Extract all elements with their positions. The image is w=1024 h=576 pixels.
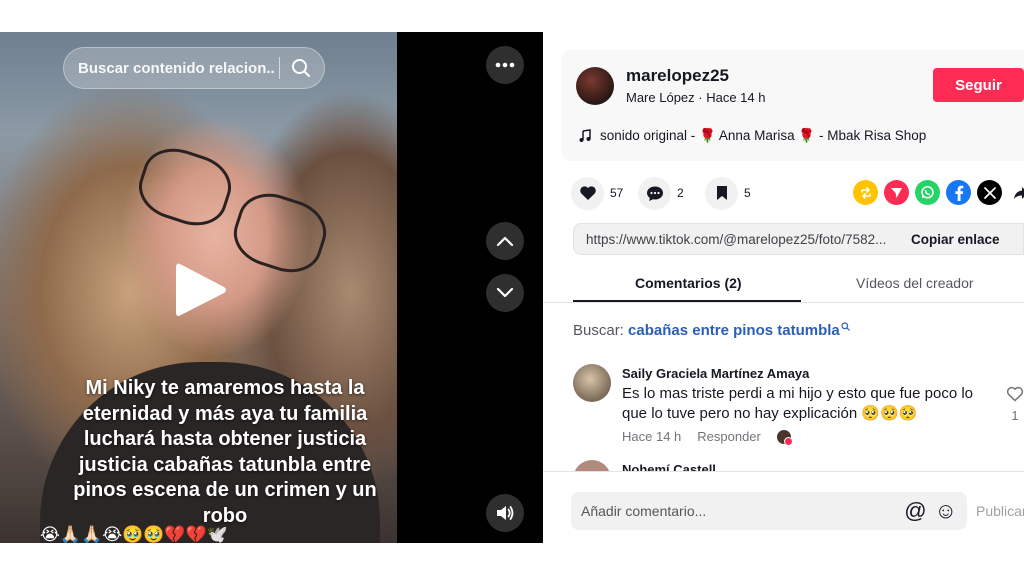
- chevron-down-icon: [496, 287, 514, 298]
- whatsapp-icon[interactable]: [915, 180, 940, 205]
- related-search-placeholder: Buscar contenido relacion...: [78, 59, 275, 77]
- photo-glasses-right: [226, 184, 334, 282]
- comment-time: Hace 14 h: [622, 429, 682, 444]
- search-suggestion[interactable]: Buscar: cabañas entre pinos tatumbla: [573, 322, 850, 339]
- music-row[interactable]: sonido original - 🌹 Anna Marisa 🌹 - Mbak…: [578, 128, 926, 144]
- search-icon: [841, 322, 850, 331]
- more-icon: [495, 62, 515, 68]
- search-icon[interactable]: [290, 57, 312, 79]
- comment-icon[interactable]: [638, 176, 671, 210]
- mention-icon[interactable]: @: [904, 498, 926, 524]
- comment-text: Es lo mas triste perdi a mi hijo y esto …: [622, 385, 974, 422]
- comment-meta: Hace 14 h Responder: [622, 429, 793, 446]
- chevron-up-icon: [496, 236, 514, 247]
- tab-creator-videos[interactable]: Vídeos del creador: [856, 275, 974, 291]
- heart-outline-icon: [1006, 386, 1024, 402]
- save-count: 5: [744, 186, 751, 200]
- previous-post-button[interactable]: [486, 222, 524, 260]
- music-title: sonido original - 🌹 Anna Marisa 🌹 - Mbak…: [600, 128, 927, 143]
- creator-liked-avatar: [776, 429, 793, 446]
- publish-button[interactable]: Publicar: [976, 503, 1024, 519]
- comment-input-placeholder: Añadir comentario...: [581, 503, 707, 519]
- comment-author[interactable]: Saily Graciela Martínez Amaya: [622, 366, 809, 381]
- author-card: marelopez25 Mare López · Hace 14 h Segui…: [561, 50, 1024, 161]
- related-search-input[interactable]: Buscar contenido relacion...: [63, 47, 325, 89]
- emoji-icon[interactable]: ☺: [935, 498, 957, 524]
- avatar[interactable]: [573, 364, 611, 402]
- search-suggestion-label: Buscar:: [573, 322, 624, 339]
- search-divider: [279, 57, 280, 79]
- comment-action[interactable]: 2: [638, 176, 691, 210]
- follow-button[interactable]: Seguir: [933, 68, 1024, 102]
- repost-icon[interactable]: [853, 180, 878, 205]
- comment-composer: Añadir comentario... @ ☺ Publicar: [543, 471, 1024, 543]
- post-caption-overlay: Mi Niky te amaremos hasta la eternidad y…: [73, 377, 377, 527]
- like-action[interactable]: 57: [571, 176, 624, 210]
- search-suggestion-query[interactable]: cabañas entre pinos tatumbla: [628, 322, 840, 339]
- facebook-icon[interactable]: [946, 180, 971, 205]
- bookmark-icon[interactable]: [705, 176, 738, 210]
- copy-link-button[interactable]: Copiar enlace: [903, 232, 1023, 247]
- like-count: 57: [610, 186, 624, 200]
- volume-button[interactable]: [486, 494, 524, 532]
- photo-glasses-left: [131, 139, 239, 235]
- more-options-button[interactable]: [486, 46, 524, 84]
- caption-emoji-row: 😭🙏🏻🙏🏻😭🥹🥹💔💔🕊️: [40, 525, 228, 543]
- music-note-icon: [579, 129, 591, 142]
- next-post-button[interactable]: [486, 274, 524, 312]
- play-icon: [176, 263, 226, 316]
- share-icons: [853, 180, 1024, 205]
- comment-like-button[interactable]: [1005, 386, 1024, 407]
- share-arrow-icon[interactable]: [1008, 180, 1024, 205]
- action-bar: 57 2 5: [571, 176, 772, 210]
- avatar[interactable]: [576, 67, 614, 105]
- details-panel: marelopez25 Mare López · Hace 14 h Segui…: [543, 32, 1024, 543]
- comment-input[interactable]: Añadir comentario... @ ☺: [571, 492, 967, 530]
- author-meta: Mare López · Hace 14 h: [626, 90, 766, 105]
- reply-button[interactable]: Responder: [697, 429, 761, 444]
- share-link-box: https://www.tiktok.com/@marelopez25/foto…: [573, 223, 1024, 255]
- comment-count: 2: [677, 186, 684, 200]
- heart-icon[interactable]: [571, 176, 604, 210]
- x-icon[interactable]: [977, 180, 1002, 205]
- active-tab-underline: [573, 300, 801, 302]
- media-viewer: Buscar contenido relacion... Mi Niky te …: [0, 32, 543, 543]
- share-link-url[interactable]: https://www.tiktok.com/@marelopez25/foto…: [574, 232, 903, 247]
- author-username[interactable]: marelopez25: [626, 66, 729, 86]
- comment-like-count: 1: [1011, 408, 1019, 423]
- send-icon[interactable]: [884, 180, 909, 205]
- save-action[interactable]: 5: [705, 176, 758, 210]
- volume-icon: [497, 506, 514, 520]
- play-button[interactable]: [172, 260, 228, 320]
- tab-bar: Comentarios (2) Vídeos del creador: [543, 267, 1024, 303]
- tab-comments[interactable]: Comentarios (2): [635, 275, 742, 291]
